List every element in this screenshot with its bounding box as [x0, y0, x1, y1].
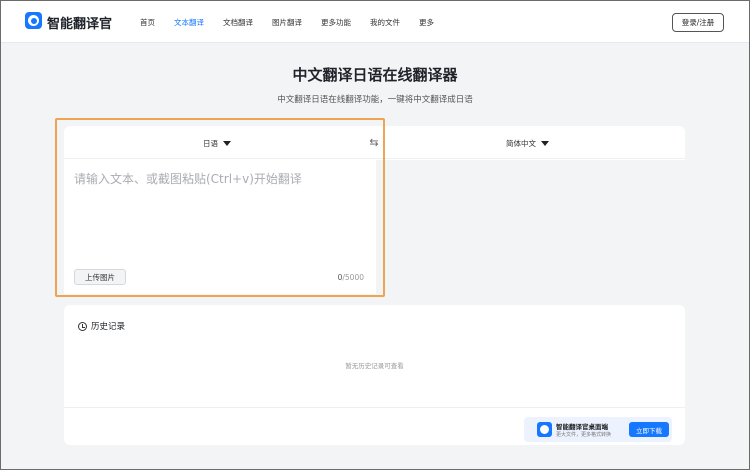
app-logo-icon[interactable] — [25, 12, 42, 29]
nav-item-my-files[interactable]: 我的文件 — [370, 17, 400, 28]
upload-image-button[interactable]: 上传图片 — [74, 269, 126, 285]
promo-subtitle: 更大文件，更多格式转换 — [556, 432, 612, 438]
target-language-select[interactable]: 简体中文 — [506, 138, 549, 149]
promo-title: 智能翻译官桌面端 — [556, 423, 608, 431]
source-language-select[interactable]: 日语 — [203, 138, 231, 149]
caret-down-icon — [223, 141, 231, 146]
history-title-label: 历史记录 — [91, 322, 126, 332]
character-limit: /5000 — [342, 273, 364, 282]
nav-item-image-translate[interactable]: 图片翻译 — [272, 17, 302, 28]
language-bar: 日语 ⇆ 简体中文 — [64, 126, 685, 159]
desktop-app-promo: 智能翻译官桌面端 更大文件，更多格式转换 立即下载 — [524, 417, 672, 442]
history-clock-icon — [78, 321, 87, 331]
history-empty-text: 暂无历史记录可查看 — [345, 362, 404, 370]
source-language-label: 日语 — [203, 139, 218, 148]
login-register-button[interactable]: 登录/注册 — [672, 13, 724, 32]
translation-output-pane — [376, 160, 685, 294]
page-subtitle: 中文翻译日语在线翻译功能，一键将中文翻译成日语 — [277, 95, 473, 105]
nav-item-text-translate[interactable]: 文本翻译 — [174, 17, 204, 28]
history-panel: 历史记录 暂无历史记录可查看 智能翻译官桌面端 更大文件，更多格式转换 立即下载 — [64, 305, 685, 445]
top-navigation-bar: 智能翻译官 首页 文本翻译 文档翻译 图片翻译 更多功能 我的文件 更多 登录/… — [1, 1, 749, 43]
nav-item-more[interactable]: 更多 — [419, 17, 434, 28]
download-now-button[interactable]: 立即下载 — [629, 422, 669, 437]
main-nav: 首页 文本翻译 文档翻译 图片翻译 更多功能 我的文件 更多 — [140, 17, 453, 28]
translator-panel: 日语 ⇆ 简体中文 上传图片 0/5000 — [64, 126, 685, 294]
page-title: 中文翻译日语在线翻译器 — [292, 66, 458, 84]
source-pane: 上传图片 0/5000 — [64, 160, 375, 294]
caret-down-icon — [541, 141, 549, 146]
swap-arrows-icon[interactable]: ⇆ — [367, 137, 381, 149]
nav-item-document-translate[interactable]: 文档翻译 — [223, 17, 253, 28]
history-title: 历史记录 — [78, 320, 125, 332]
character-counter: 0/5000 — [324, 273, 364, 282]
nav-item-more-features[interactable]: 更多功能 — [321, 17, 351, 28]
history-footer: 智能翻译官桌面端 更大文件，更多格式转换 立即下载 — [64, 407, 685, 445]
nav-item-home[interactable]: 首页 — [140, 17, 155, 28]
desktop-app-logo-icon — [537, 422, 552, 437]
brand-name[interactable]: 智能翻译官 — [47, 13, 112, 32]
source-text-input[interactable] — [74, 170, 364, 260]
target-language-label: 简体中文 — [506, 139, 536, 148]
